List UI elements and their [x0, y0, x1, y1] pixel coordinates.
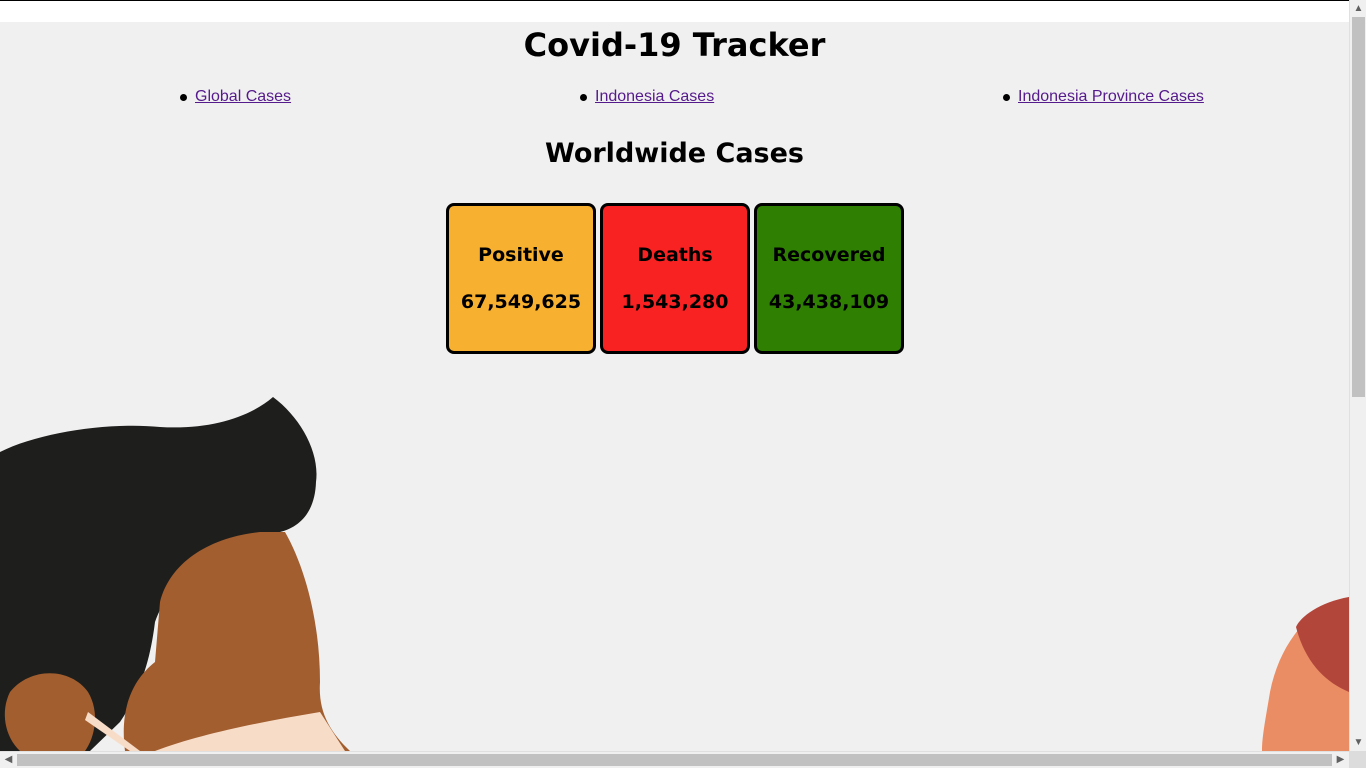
- card-value: 67,549,625: [460, 291, 582, 313]
- vertical-scrollbar[interactable]: ▲ ▼: [1349, 0, 1366, 751]
- scroll-left-icon[interactable]: ◀: [0, 752, 17, 769]
- vertical-scroll-thumb[interactable]: [1352, 17, 1365, 397]
- page-title: Covid-19 Tracker: [523, 26, 826, 64]
- section-heading: Worldwide Cases: [545, 138, 804, 169]
- nav-item-indonesia-province: Indonesia Province Cases: [1003, 88, 1204, 106]
- ear-shape: [4, 673, 96, 751]
- nav-item-indonesia: Indonesia Cases: [580, 88, 714, 106]
- card-value: 1,543,280: [621, 291, 729, 313]
- positive-card: Positive 67,549,625: [446, 203, 596, 354]
- card-label: Recovered: [772, 244, 886, 266]
- mask-shape: [155, 712, 345, 751]
- browser-top-strip: [0, 0, 1349, 22]
- recovered-card: Recovered 43,438,109: [754, 203, 904, 354]
- bullet-icon: [580, 93, 587, 101]
- bullet-icon: [1003, 93, 1010, 101]
- face-shape: [123, 532, 350, 751]
- scroll-down-icon[interactable]: ▼: [1350, 734, 1366, 751]
- card-label: Deaths: [637, 244, 713, 266]
- indonesia-province-cases-link[interactable]: Indonesia Province Cases: [1018, 88, 1204, 105]
- nav-item-global: Global Cases: [180, 88, 291, 106]
- scrollbar-corner: [1349, 751, 1366, 768]
- right-person-skin: [1262, 597, 1349, 751]
- deaths-card: Deaths 1,543,280: [600, 203, 750, 354]
- scroll-right-icon[interactable]: ▶: [1332, 752, 1349, 769]
- bullet-icon: [180, 93, 187, 101]
- hair-shape: [0, 397, 317, 751]
- right-person-hair: [1296, 597, 1349, 692]
- indonesia-cases-link[interactable]: Indonesia Cases: [595, 88, 714, 105]
- horizontal-scrollbar[interactable]: ◀ ▶: [0, 751, 1349, 768]
- page-viewport: Covid-19 Tracker Global Cases Indonesia …: [0, 22, 1349, 751]
- person-illustration: [0, 397, 1349, 751]
- card-value: 43,438,109: [768, 291, 890, 313]
- global-cases-link[interactable]: Global Cases: [195, 88, 291, 105]
- horizontal-scroll-thumb[interactable]: [17, 754, 1332, 766]
- card-label: Positive: [478, 244, 564, 266]
- mask-strap: [85, 712, 140, 751]
- scroll-up-icon[interactable]: ▲: [1350, 0, 1366, 17]
